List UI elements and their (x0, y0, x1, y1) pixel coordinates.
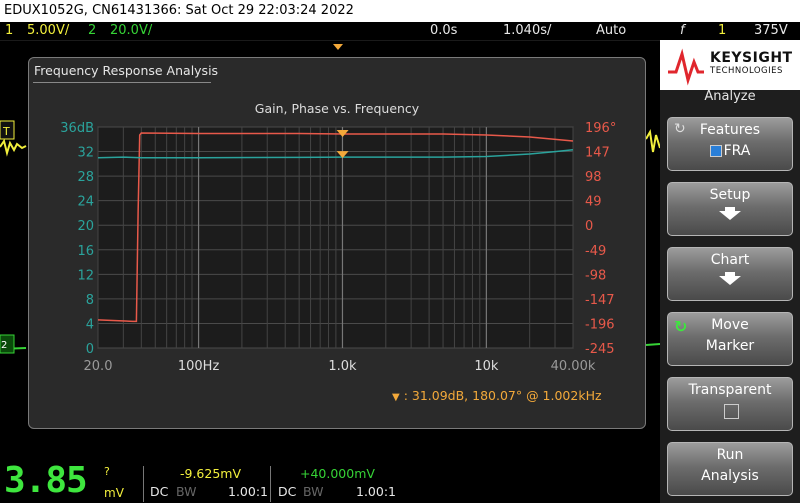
y-left-tick-label: 0 (86, 342, 94, 357)
y-right-tick-label: 147 (585, 146, 610, 161)
setup-label: Setup (709, 187, 751, 203)
features-label: Features (699, 122, 761, 138)
ch1-measurement[interactable]: -9.625mV (180, 466, 241, 481)
transparent-label: Transparent (688, 382, 772, 398)
ch1-coupling: DC (150, 484, 169, 499)
y-left-tick-label: 32 (77, 146, 94, 161)
x-tick-label: 1.0k (328, 359, 357, 374)
ch2-bw-limit: BW (303, 484, 324, 499)
y-left-tick-label: 36dB (60, 121, 94, 136)
bar-separator (143, 466, 144, 502)
chart-softkey[interactable]: Chart (667, 247, 793, 301)
ch2-measurement[interactable]: +40.000mV (300, 466, 375, 481)
rotate-knob-icon: ↻ (674, 121, 686, 137)
move-label: Move (711, 317, 749, 333)
y-right-tick-label: 49 (585, 195, 602, 210)
y-right-tick-label: 196° (585, 121, 616, 136)
y-left-tick-label: 24 (77, 195, 94, 210)
trigger-level[interactable]: 375V (754, 22, 788, 40)
big-value-unit: mV (104, 486, 124, 500)
transparent-checkbox[interactable] (724, 404, 739, 419)
trigger-source[interactable]: 1 (718, 22, 726, 40)
fra-checkbox[interactable] (709, 145, 722, 157)
keysight-wave-icon (668, 48, 704, 86)
y-left-tick-label: 16 (77, 244, 94, 259)
brand-sub: TECHNOLOGIES (710, 66, 783, 76)
brand-name: KEYSIGHT (710, 50, 793, 66)
submenu-arrow-icon (719, 211, 741, 220)
y-left-tick-label: 12 (77, 268, 94, 283)
y-right-tick-label: -49 (585, 244, 606, 259)
x-tick-label: 100Hz (178, 359, 220, 374)
run-analysis-softkey[interactable]: Run Analysis (667, 442, 793, 496)
x-tick-label: 40.00k (551, 359, 596, 374)
marker-readout: ▼ : 31.09dB, 180.07° @ 1.002kHz (392, 388, 602, 403)
ch1-bw-limit: BW (176, 484, 197, 499)
transparent-softkey[interactable]: Transparent (667, 377, 793, 431)
y-left-tick-label: 8 (86, 293, 94, 308)
y-right-tick-label: 98 (585, 170, 602, 185)
fra-checkbox-row: FRA (668, 143, 792, 159)
trigger-edge-icon: f (680, 23, 685, 38)
marker-label: Marker (705, 338, 755, 354)
fra-label: FRA (723, 143, 751, 159)
ch1-probe: 1.00:1 (228, 484, 268, 499)
y-right-tick-label: -245 (585, 342, 615, 357)
ch2-coupling: DC (278, 484, 297, 499)
features-softkey[interactable]: Features ↻ FRA (667, 117, 793, 171)
y-left-tick-label: 4 (86, 317, 94, 332)
analysis-label: Analysis (701, 468, 759, 484)
marker-readout-text: : 31.09dB, 180.07° @ 1.002kHz (403, 388, 602, 403)
y-right-tick-label: -196 (585, 317, 615, 332)
move-marker-softkey[interactable]: ↻ Move Marker (667, 312, 793, 366)
y-right-tick-label: 0 (585, 219, 593, 234)
big-value: 3.85 (4, 460, 88, 501)
setup-softkey[interactable]: Setup (667, 182, 793, 236)
submenu-arrow-icon (719, 276, 741, 285)
x-tick-label: 20.0 (84, 359, 113, 374)
y-left-tick-label: 28 (77, 170, 94, 185)
bar-separator (270, 466, 271, 502)
ch2-probe: 1.00:1 (356, 484, 396, 499)
run-label: Run (716, 447, 744, 463)
x-tick-label: 10k (474, 359, 499, 374)
y-right-tick-label: -98 (585, 268, 606, 283)
y-left-tick-label: 20 (77, 219, 94, 234)
menu-heading: Analyze (704, 89, 756, 104)
y-right-tick-label: -147 (585, 293, 615, 308)
chart-label: Chart (710, 252, 750, 268)
big-value-qualifier: ? (104, 465, 110, 478)
marker-icon: ▼ (392, 392, 400, 403)
